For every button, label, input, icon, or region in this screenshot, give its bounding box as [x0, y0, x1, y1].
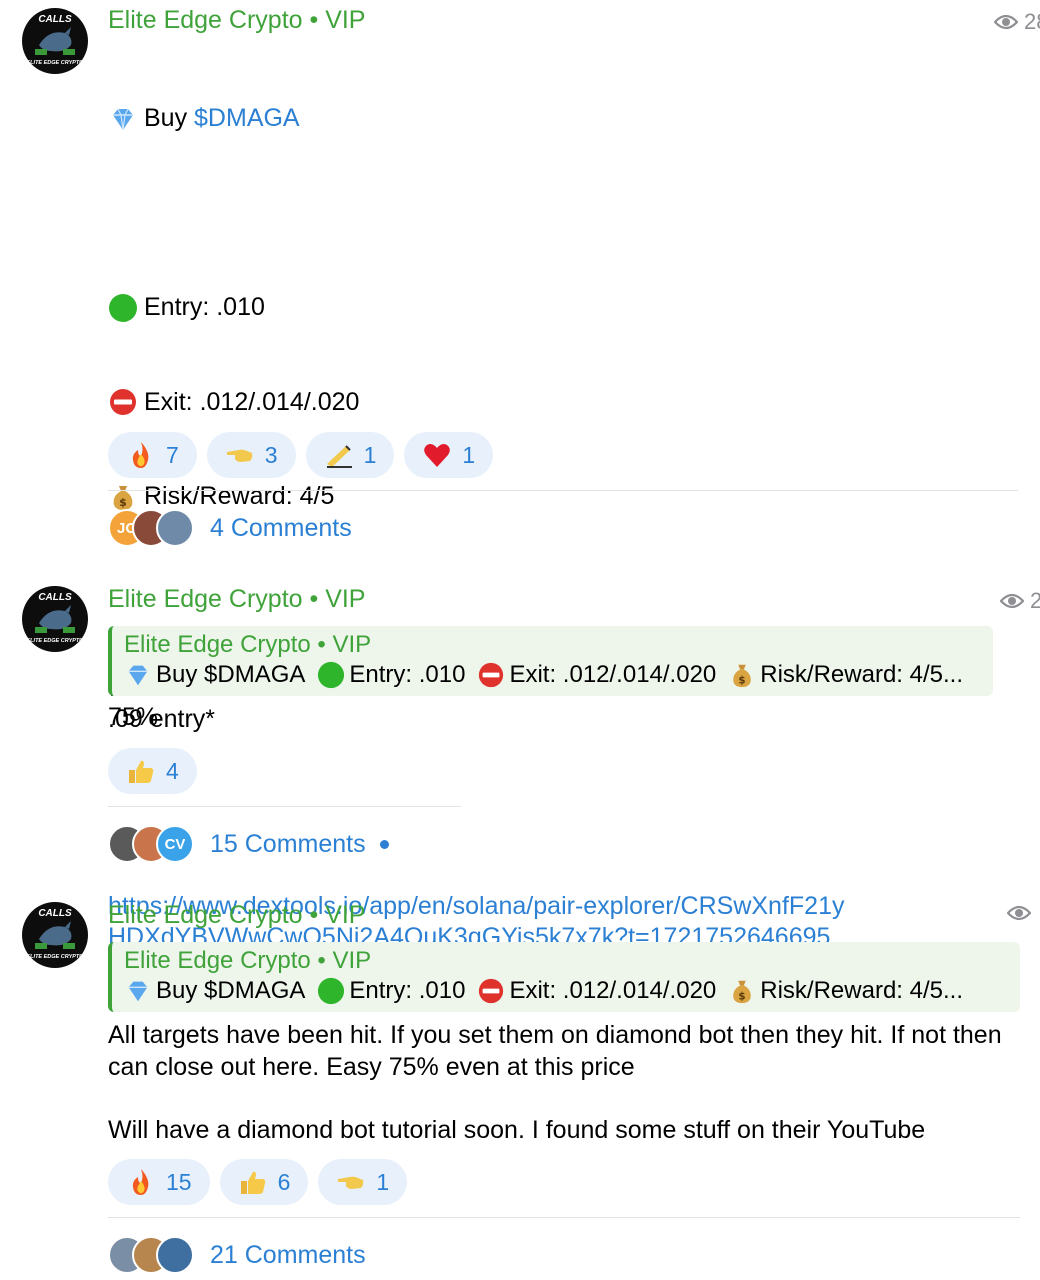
post-2: CALLS ELITE EDGE CRYPTO Elite Edge Crypt…	[0, 580, 1040, 880]
view-count: 2	[1000, 588, 1040, 614]
quoted-message[interactable]: Elite Edge Crypto • VIP Buy $DMAGA Entry…	[108, 942, 1020, 1012]
post-1: CALLS ELITE EDGE CRYPTO Elite Edge Crypt…	[0, 0, 1040, 951]
entry-line: Entry: .010	[108, 292, 1028, 324]
post-body: All targets have been hit. If you set th…	[108, 1020, 1028, 1146]
green-circle-icon	[318, 977, 345, 1005]
fire-icon	[132, 442, 149, 468]
quoted-message[interactable]: Elite Edge Crypto • VIP Buy $DMAGA Entry…	[108, 626, 993, 696]
reaction-fire[interactable]: 7	[108, 432, 197, 478]
exit-line: Exit: .012/.014/.020	[108, 387, 1028, 419]
risk-line: $ Risk/Reward: 4/5	[108, 481, 1028, 513]
reaction-thumbs-up[interactable]: 6	[219, 1159, 309, 1205]
post-author[interactable]: Elite Edge Crypto • VIP	[108, 901, 365, 930]
reactions-bar: 4	[108, 748, 197, 794]
reaction-writing[interactable]: 1	[305, 432, 395, 478]
channel-avatar[interactable]: CALLS ELITE EDGE CRYPTO	[22, 8, 88, 74]
svg-text:$: $	[119, 496, 127, 509]
no-entry-icon	[479, 662, 504, 688]
eye-icon	[1007, 905, 1031, 921]
eye-icon	[994, 14, 1018, 30]
reaction-heart[interactable]: 1	[404, 432, 494, 478]
commenter-avatars: CV	[108, 825, 194, 863]
writing-hand-icon	[326, 445, 352, 468]
money-bag-icon: $	[733, 980, 752, 1004]
quote-author: Elite Edge Crypto • VIP	[124, 631, 372, 658]
post-body: .09 entry*	[108, 705, 216, 733]
commenter-avatars: JO	[108, 509, 194, 547]
ticker-link[interactable]: $DMAGA	[194, 103, 300, 135]
diamond-icon	[113, 108, 133, 130]
quote-author: Elite Edge Crypto • VIP	[124, 947, 372, 974]
channel-avatar[interactable]: CALLS ELITE EDGE CRYPTO	[22, 586, 88, 652]
commenter-avatar: CV	[156, 825, 194, 863]
commenter-avatars	[108, 1236, 194, 1274]
comments-divider	[108, 1217, 1020, 1218]
money-bag-icon: $	[733, 664, 752, 688]
quote-text: Buy $DMAGA Entry: .010 Exit: .012/.014/.…	[124, 976, 1020, 1006]
reaction-pointing[interactable]: 1	[318, 1159, 408, 1205]
diamond-icon	[128, 981, 148, 1002]
buy-line: Buy $DMAGA	[108, 103, 1028, 135]
view-count	[1007, 904, 1037, 922]
reaction-pointing[interactable]: 3	[206, 432, 296, 478]
comments-button[interactable]: CV 15 Comments	[108, 825, 389, 863]
post-3: CALLS ELITE EDGE CRYPTO Elite Edge Crypt…	[0, 896, 1040, 1280]
channel-avatar[interactable]: CALLS ELITE EDGE CRYPTO	[22, 902, 88, 968]
comments-divider	[108, 490, 1018, 491]
quote-text: Buy $DMAGA Entry: .010 Exit: .012/.014/.…	[124, 660, 993, 690]
comments-button[interactable]: JO 4 Comments	[108, 509, 352, 547]
reaction-fire[interactable]: 15	[108, 1159, 210, 1205]
body-paragraph: All targets have been hit. If you set th…	[108, 1021, 1002, 1081]
svg-text:$: $	[739, 990, 746, 1002]
reactions-bar: 7 3 1 1	[108, 432, 494, 478]
post-author[interactable]: Elite Edge Crypto • VIP	[108, 6, 365, 35]
commenter-avatar	[156, 509, 194, 547]
view-count: 28	[994, 9, 1040, 35]
thumbs-up-icon	[240, 1171, 265, 1194]
fire-icon	[132, 1169, 149, 1195]
unread-dot	[379, 839, 389, 849]
reaction-thumbs-up[interactable]: 4	[108, 748, 197, 794]
green-circle-icon	[318, 661, 345, 689]
comments-button[interactable]: 21 Comments	[108, 1236, 366, 1274]
comments-divider	[108, 806, 461, 807]
thumbs-up-icon	[129, 760, 154, 783]
red-heart-icon	[424, 444, 451, 467]
money-bag-icon: $	[113, 485, 133, 510]
eye-icon	[1000, 593, 1024, 609]
reactions-bar: 15 6 1	[108, 1159, 408, 1205]
commenter-avatar	[156, 1236, 194, 1274]
diamond-icon	[128, 665, 148, 686]
green-circle-icon	[109, 293, 137, 322]
body-paragraph: Will have a diamond bot tutorial soon. I…	[108, 1115, 926, 1144]
svg-text:$: $	[739, 674, 746, 686]
pointing-hand-icon	[338, 1176, 364, 1189]
post-author[interactable]: Elite Edge Crypto • VIP	[108, 585, 365, 614]
no-entry-icon	[479, 978, 504, 1004]
pointing-hand-icon	[226, 449, 253, 462]
no-entry-icon	[110, 389, 136, 416]
